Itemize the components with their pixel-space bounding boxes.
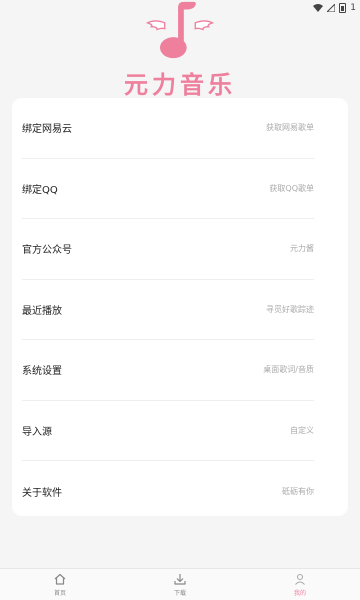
download-icon	[174, 574, 186, 585]
menu-item-system-settings[interactable]: 系统设置 桌面歌词/音质	[22, 340, 314, 401]
menu-item-recent-play[interactable]: 最近播放 寻觅好歌踪迹	[22, 280, 314, 340]
nav-item-home[interactable]: 首页	[20, 569, 100, 600]
menu-item-value: 获取QQ歌单	[269, 183, 314, 193]
menu-item-about[interactable]: 关于软件 砥砺有你	[22, 461, 314, 522]
home-icon	[54, 573, 66, 585]
settings-menu: 绑定网易云 获取网易歌单 绑定QQ 获取QQ歌单 官方公众号 元力酱 最近播放 …	[12, 98, 348, 516]
menu-item-value: 获取网易歌单	[266, 123, 314, 133]
menu-item-label: 导入源	[22, 426, 52, 438]
nav-label: 我的	[293, 590, 306, 597]
header: 元力音乐	[0, 0, 360, 100]
menu-item-bind-netease[interactable]: 绑定网易云 获取网易歌单	[22, 98, 314, 159]
app-title: 元力音乐	[124, 71, 236, 99]
menu-item-label: 绑定QQ	[22, 184, 58, 196]
menu-item-bind-qq[interactable]: 绑定QQ 获取QQ歌单	[22, 159, 314, 219]
nav-item-download[interactable]: 下载	[140, 569, 220, 600]
menu-item-value: 自定义	[290, 425, 314, 435]
menu-item-label: 绑定网易云	[22, 124, 72, 136]
menu-item-value: 砥砺有你	[282, 486, 314, 496]
menu-item-value: 桌面歌词/音质	[263, 365, 314, 375]
nav-item-mine[interactable]: 我的	[260, 569, 340, 600]
menu-item-import-source[interactable]: 导入源 自定义	[22, 401, 314, 461]
user-icon	[295, 573, 305, 585]
menu-item-value: 寻觅好歌踪迹	[266, 304, 314, 314]
menu-item-value: 元力酱	[290, 244, 314, 254]
menu-item-label: 系统设置	[22, 366, 62, 378]
music-note-wings-icon	[145, 1, 215, 59]
nav-label: 首页	[53, 590, 66, 597]
menu-item-label: 官方公众号	[22, 245, 72, 257]
bottom-nav: 首页 下载 我的	[0, 568, 360, 600]
nav-label: 下载	[173, 590, 186, 597]
menu-item-label: 最近播放	[22, 305, 62, 317]
menu-item-official-account[interactable]: 官方公众号 元力酱	[22, 219, 314, 280]
menu-item-label: 关于软件	[22, 487, 62, 499]
